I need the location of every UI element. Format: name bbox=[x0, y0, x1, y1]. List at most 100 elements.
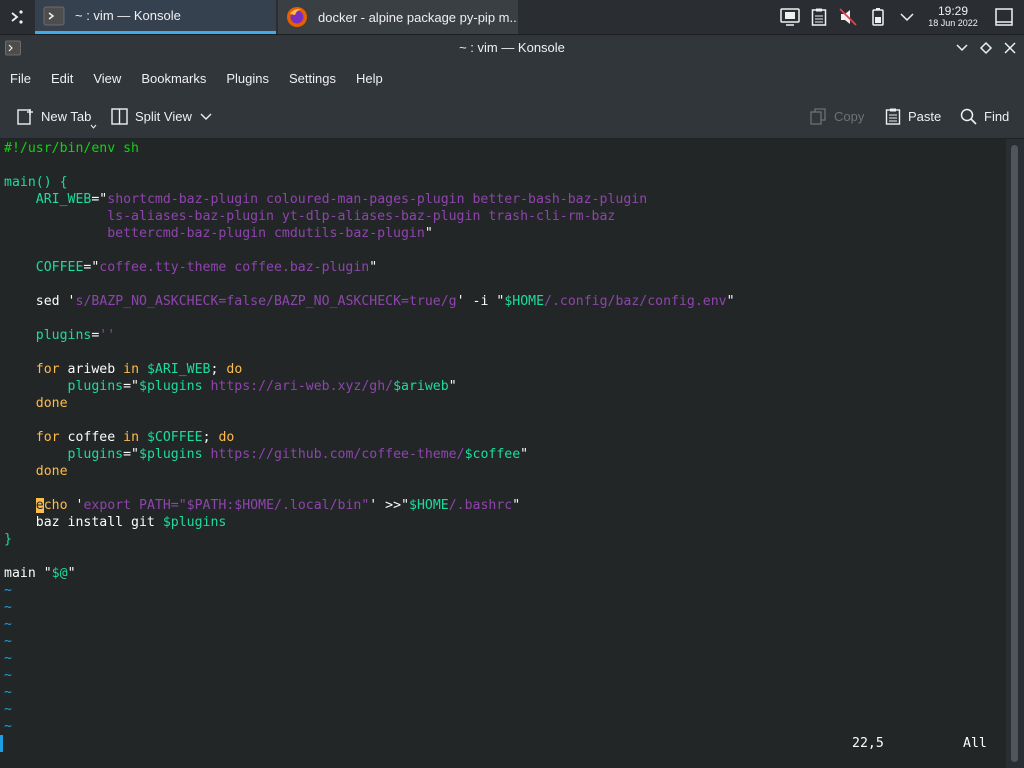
code-line-4: ARI_WEB="shortcmd-baz-plugin coloured-ma… bbox=[35, 192, 648, 207]
var-name: plugins bbox=[67, 379, 124, 394]
code-line-6: bettercmd-baz-plugin cmdutils-baz-plugin… bbox=[107, 226, 433, 241]
menu-help[interactable]: Help bbox=[346, 71, 393, 86]
code-line-19: plugins="$plugins https://github.com/cof… bbox=[67, 447, 529, 462]
keyword: do bbox=[218, 430, 235, 445]
menu-bar: File Edit View Bookmarks Plugins Setting… bbox=[0, 62, 1024, 94]
var-name: plugins bbox=[67, 447, 124, 462]
close-icon[interactable] bbox=[1002, 40, 1018, 56]
battery-icon bbox=[872, 8, 884, 26]
code-line-3: main() { bbox=[4, 174, 68, 191]
keyword: done bbox=[35, 464, 68, 479]
option: -i bbox=[472, 294, 489, 309]
menu-edit[interactable]: Edit bbox=[41, 71, 83, 86]
redirect: >> bbox=[377, 498, 402, 513]
string-value: bettercmd-baz-plugin cmdutils-baz-plugin bbox=[107, 226, 425, 241]
new-tab-menu-arrow-icon[interactable] bbox=[90, 124, 97, 129]
scrollbar-thumb[interactable] bbox=[1011, 145, 1018, 762]
show-desktop-icon bbox=[995, 8, 1013, 26]
search-icon bbox=[960, 108, 977, 125]
variable-ref: $ARI_WEB bbox=[146, 362, 211, 377]
application-launcher-icon[interactable] bbox=[4, 4, 30, 30]
variable-ref: $plugins bbox=[139, 379, 203, 394]
tray-battery[interactable] bbox=[868, 0, 888, 34]
string-value: '' bbox=[99, 328, 116, 343]
variable-ref: $ariweb bbox=[393, 379, 449, 394]
command: sed bbox=[35, 294, 60, 309]
new-tab-button[interactable]: New Tab bbox=[17, 94, 91, 138]
paste-icon bbox=[885, 108, 901, 125]
terminal-view[interactable]: #!/usr/bin/env sh main() { ARI_WEB="shor… bbox=[0, 139, 1006, 768]
code-line-1: #!/usr/bin/env sh bbox=[4, 141, 139, 156]
variable-ref: $HOME bbox=[409, 498, 449, 513]
window-title: ~ : vim — Konsole bbox=[459, 40, 565, 55]
copy-button[interactable]: Copy bbox=[810, 94, 864, 138]
command: baz install git bbox=[35, 515, 155, 530]
minimize-icon[interactable] bbox=[954, 40, 970, 56]
string-value: s/BAZP_NO_ASKCHECK=false/BAZP_NO_ASKCHEC… bbox=[75, 294, 457, 309]
task-firefox[interactable]: docker - alpine package py-pip m... bbox=[278, 0, 518, 34]
menu-plugins[interactable]: Plugins bbox=[216, 71, 279, 86]
variable-ref: $coffee bbox=[464, 447, 521, 462]
tray-volume[interactable] bbox=[836, 0, 860, 34]
firefox-icon bbox=[287, 7, 307, 27]
copy-icon bbox=[810, 107, 826, 125]
command-line-marker bbox=[0, 735, 3, 752]
string-value: coffee.tty-theme coffee.baz-plugin bbox=[99, 260, 370, 275]
string-value: /.config/baz/config.env bbox=[544, 294, 727, 309]
clock-time: 19:29 bbox=[937, 4, 969, 18]
new-tab-icon bbox=[17, 108, 33, 125]
terminal-scrollbar[interactable] bbox=[1006, 139, 1024, 768]
konsole-icon bbox=[43, 6, 65, 25]
keyword: for bbox=[35, 362, 60, 377]
new-tab-label: New Tab bbox=[41, 108, 92, 124]
clock-date: 18 Jun 2022 bbox=[928, 18, 978, 28]
tray-screen[interactable] bbox=[778, 0, 802, 34]
menu-settings[interactable]: Settings bbox=[279, 71, 346, 86]
keyword: done bbox=[35, 396, 68, 411]
code-line-23: baz install git $plugins bbox=[4, 514, 227, 531]
find-label: Find bbox=[984, 108, 1010, 124]
chevron-up-icon bbox=[900, 13, 914, 22]
empty-line-marker: ~ bbox=[4, 702, 12, 717]
task-label: ~ : vim — Konsole bbox=[75, 8, 181, 23]
code-line-10: sed 's/BAZP_NO_ASKCHECK=false/BAZP_NO_AS… bbox=[35, 294, 735, 309]
code-line-22: echo 'export PATH="$PATH:$HOME/.local/bi… bbox=[35, 498, 521, 513]
cursor-position: 22,5 bbox=[852, 736, 884, 751]
split-view-button[interactable]: Split View bbox=[111, 94, 192, 138]
code-line-5: ls-aliases-baz-plugin yt-dlp-aliases-baz… bbox=[4, 208, 615, 225]
paste-button[interactable]: Paste bbox=[885, 94, 941, 138]
code-line-24: } bbox=[4, 532, 12, 547]
variable-ref: $HOME bbox=[504, 294, 545, 309]
function-call: main bbox=[4, 566, 36, 581]
var-name: ARI_WEB bbox=[35, 192, 92, 207]
chevron-down-icon[interactable] bbox=[200, 113, 212, 121]
taskbar: ~ : vim — Konsole docker - alpine packag… bbox=[0, 0, 1024, 35]
keyword: for bbox=[35, 430, 60, 445]
empty-line-marker: ~ bbox=[4, 668, 12, 683]
task-konsole[interactable]: ~ : vim — Konsole bbox=[35, 0, 276, 34]
empty-line-marker: ~ bbox=[4, 634, 12, 649]
copy-label: Copy bbox=[834, 108, 865, 124]
variable-ref: $plugins bbox=[162, 515, 227, 530]
menu-file[interactable]: File bbox=[0, 71, 41, 86]
menu-view[interactable]: View bbox=[83, 71, 131, 86]
string-value: https://github.com/coffee-theme/ bbox=[210, 447, 465, 462]
variable-ref: $COFFEE bbox=[146, 430, 203, 445]
window-titlebar[interactable]: ~ : vim — Konsole bbox=[0, 35, 1024, 62]
menu-bookmarks[interactable]: Bookmarks bbox=[131, 71, 216, 86]
empty-line-marker: ~ bbox=[4, 719, 12, 734]
empty-line-marker: ~ bbox=[4, 685, 12, 700]
clock[interactable]: 19:29 18 Jun 2022 bbox=[922, 5, 984, 29]
function-declaration: main() { bbox=[4, 175, 68, 190]
code-line-15: plugins="$plugins https://ari-web.xyz/gh… bbox=[67, 379, 457, 394]
maximize-icon[interactable] bbox=[978, 40, 994, 56]
code-line-18: for coffee in $COFFEE; do bbox=[35, 430, 235, 445]
keyword: do bbox=[226, 362, 243, 377]
tray-expand[interactable] bbox=[896, 0, 918, 34]
show-desktop-button[interactable] bbox=[992, 0, 1016, 34]
scroll-position: All bbox=[963, 736, 987, 751]
find-button[interactable]: Find bbox=[960, 94, 1009, 138]
code-line-8: COFFEE="coffee.tty-theme coffee.baz-plug… bbox=[35, 260, 378, 275]
tray-clipboard[interactable] bbox=[808, 0, 830, 34]
keyword: cho bbox=[43, 498, 68, 513]
